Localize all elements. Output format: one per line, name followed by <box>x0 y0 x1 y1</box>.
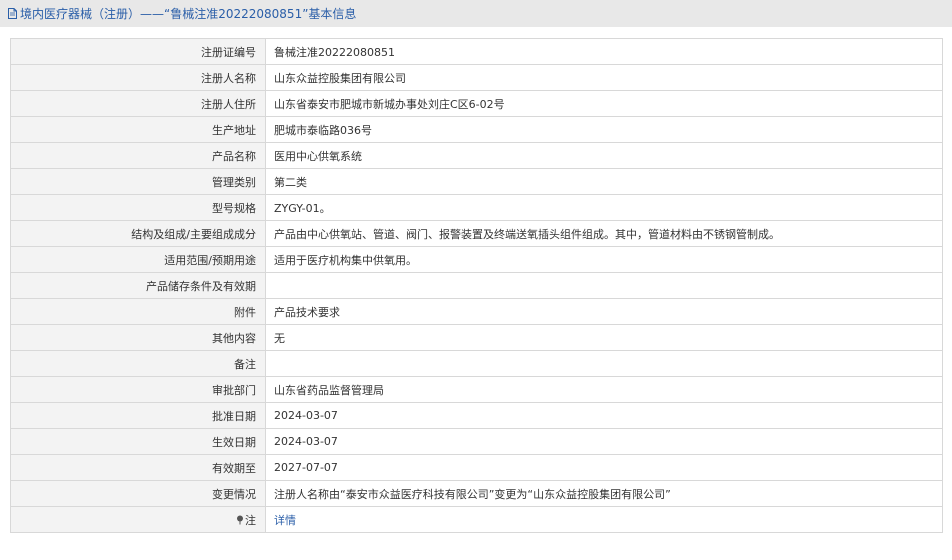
row-label: 附件 <box>10 298 266 325</box>
row-label: 备注 <box>10 350 266 377</box>
row-value: 医用中心供氧系统 <box>265 142 943 169</box>
row-value: 产品由中心供氧站、管道、阀门、报警装置及终端送氧插头组件组成。其中，管道材料由不… <box>265 220 943 247</box>
row-value: 2024-03-07 <box>265 402 943 429</box>
row-label: 审批部门 <box>10 376 266 403</box>
table-row: 结构及组成/主要组成成分 产品由中心供氧站、管道、阀门、报警装置及终端送氧插头组件… <box>10 220 943 247</box>
row-value <box>265 272 943 299</box>
table-row: 批准日期 2024-03-07 <box>10 402 943 429</box>
row-value: 2024-03-07 <box>265 428 943 455</box>
table-row: 生产地址 肥城市泰临路036号 <box>10 116 943 143</box>
row-label: 其他内容 <box>10 324 266 351</box>
note-label: 注 <box>245 513 256 527</box>
row-label: 注册人住所 <box>10 90 266 117</box>
row-value: 肥城市泰临路036号 <box>265 116 943 143</box>
row-label: 有效期至 <box>10 454 266 481</box>
row-value: 山东省药品监督管理局 <box>265 376 943 403</box>
row-label: 型号规格 <box>10 194 266 221</box>
row-value: 山东省泰安市肥城市新城办事处刘庄C区6-02号 <box>265 90 943 117</box>
note-value-cell: 详情 <box>265 506 943 533</box>
registration-info-table: 注册证编号 鲁械注准20222080851 注册人名称 山东众益控股集团有限公司 注… <box>10 38 943 533</box>
table-row: 注册证编号 鲁械注准20222080851 <box>10 38 943 65</box>
details-link[interactable]: 详情 <box>274 514 296 527</box>
note-row: 注 详情 <box>10 506 943 533</box>
row-label: 变更情况 <box>10 480 266 507</box>
document-icon <box>8 8 17 19</box>
table-row: 产品名称 医用中心供氧系统 <box>10 142 943 169</box>
table-row: 生效日期 2024-03-07 <box>10 428 943 455</box>
row-label: 管理类别 <box>10 168 266 195</box>
table-row: 注册人名称 山东众益控股集团有限公司 <box>10 64 943 91</box>
table-row: 产品储存条件及有效期 <box>10 272 943 299</box>
table-row: 有效期至 2027-07-07 <box>10 454 943 481</box>
row-value <box>265 350 943 377</box>
table-row: 附件 产品技术要求 <box>10 298 943 325</box>
row-label: 产品储存条件及有效期 <box>10 272 266 299</box>
table-row: 型号规格 ZYGY-01。 <box>10 194 943 221</box>
pin-icon <box>237 515 243 524</box>
row-value: 适用于医疗机构集中供氧用。 <box>265 246 943 273</box>
row-value: 2027-07-07 <box>265 454 943 481</box>
row-label: 生效日期 <box>10 428 266 455</box>
table-row: 管理类别 第二类 <box>10 168 943 195</box>
row-label: 批准日期 <box>10 402 266 429</box>
row-label: 生产地址 <box>10 116 266 143</box>
page-title-bar: 境内医疗器械（注册）——“鲁械注准20222080851”基本信息 <box>0 0 952 27</box>
row-label: 注册人名称 <box>10 64 266 91</box>
table-row: 审批部门 山东省药品监督管理局 <box>10 376 943 403</box>
table-row: 变更情况 注册人名称由“泰安市众益医疗科技有限公司”变更为“山东众益控股集团有限公… <box>10 480 943 507</box>
table-row: 适用范围/预期用途 适用于医疗机构集中供氧用。 <box>10 246 943 273</box>
note-label-cell: 注 <box>10 506 266 533</box>
row-label: 结构及组成/主要组成成分 <box>10 220 266 247</box>
row-label: 产品名称 <box>10 142 266 169</box>
table-row: 备注 <box>10 350 943 377</box>
row-value: 鲁械注准20222080851 <box>265 38 943 65</box>
row-value: 无 <box>265 324 943 351</box>
row-label: 适用范围/预期用途 <box>10 246 266 273</box>
row-value: 山东众益控股集团有限公司 <box>265 64 943 91</box>
table-row: 其他内容无 <box>10 324 943 351</box>
table-row: 注册人住所 山东省泰安市肥城市新城办事处刘庄C区6-02号 <box>10 90 943 117</box>
row-value: 产品技术要求 <box>265 298 943 325</box>
row-label: 注册证编号 <box>10 38 266 65</box>
page-title: 境内医疗器械（注册）——“鲁械注准20222080851”基本信息 <box>20 7 357 21</box>
row-value: 注册人名称由“泰安市众益医疗科技有限公司”变更为“山东众益控股集团有限公司” <box>265 480 943 507</box>
row-value: 第二类 <box>265 168 943 195</box>
row-value: ZYGY-01。 <box>265 194 943 221</box>
